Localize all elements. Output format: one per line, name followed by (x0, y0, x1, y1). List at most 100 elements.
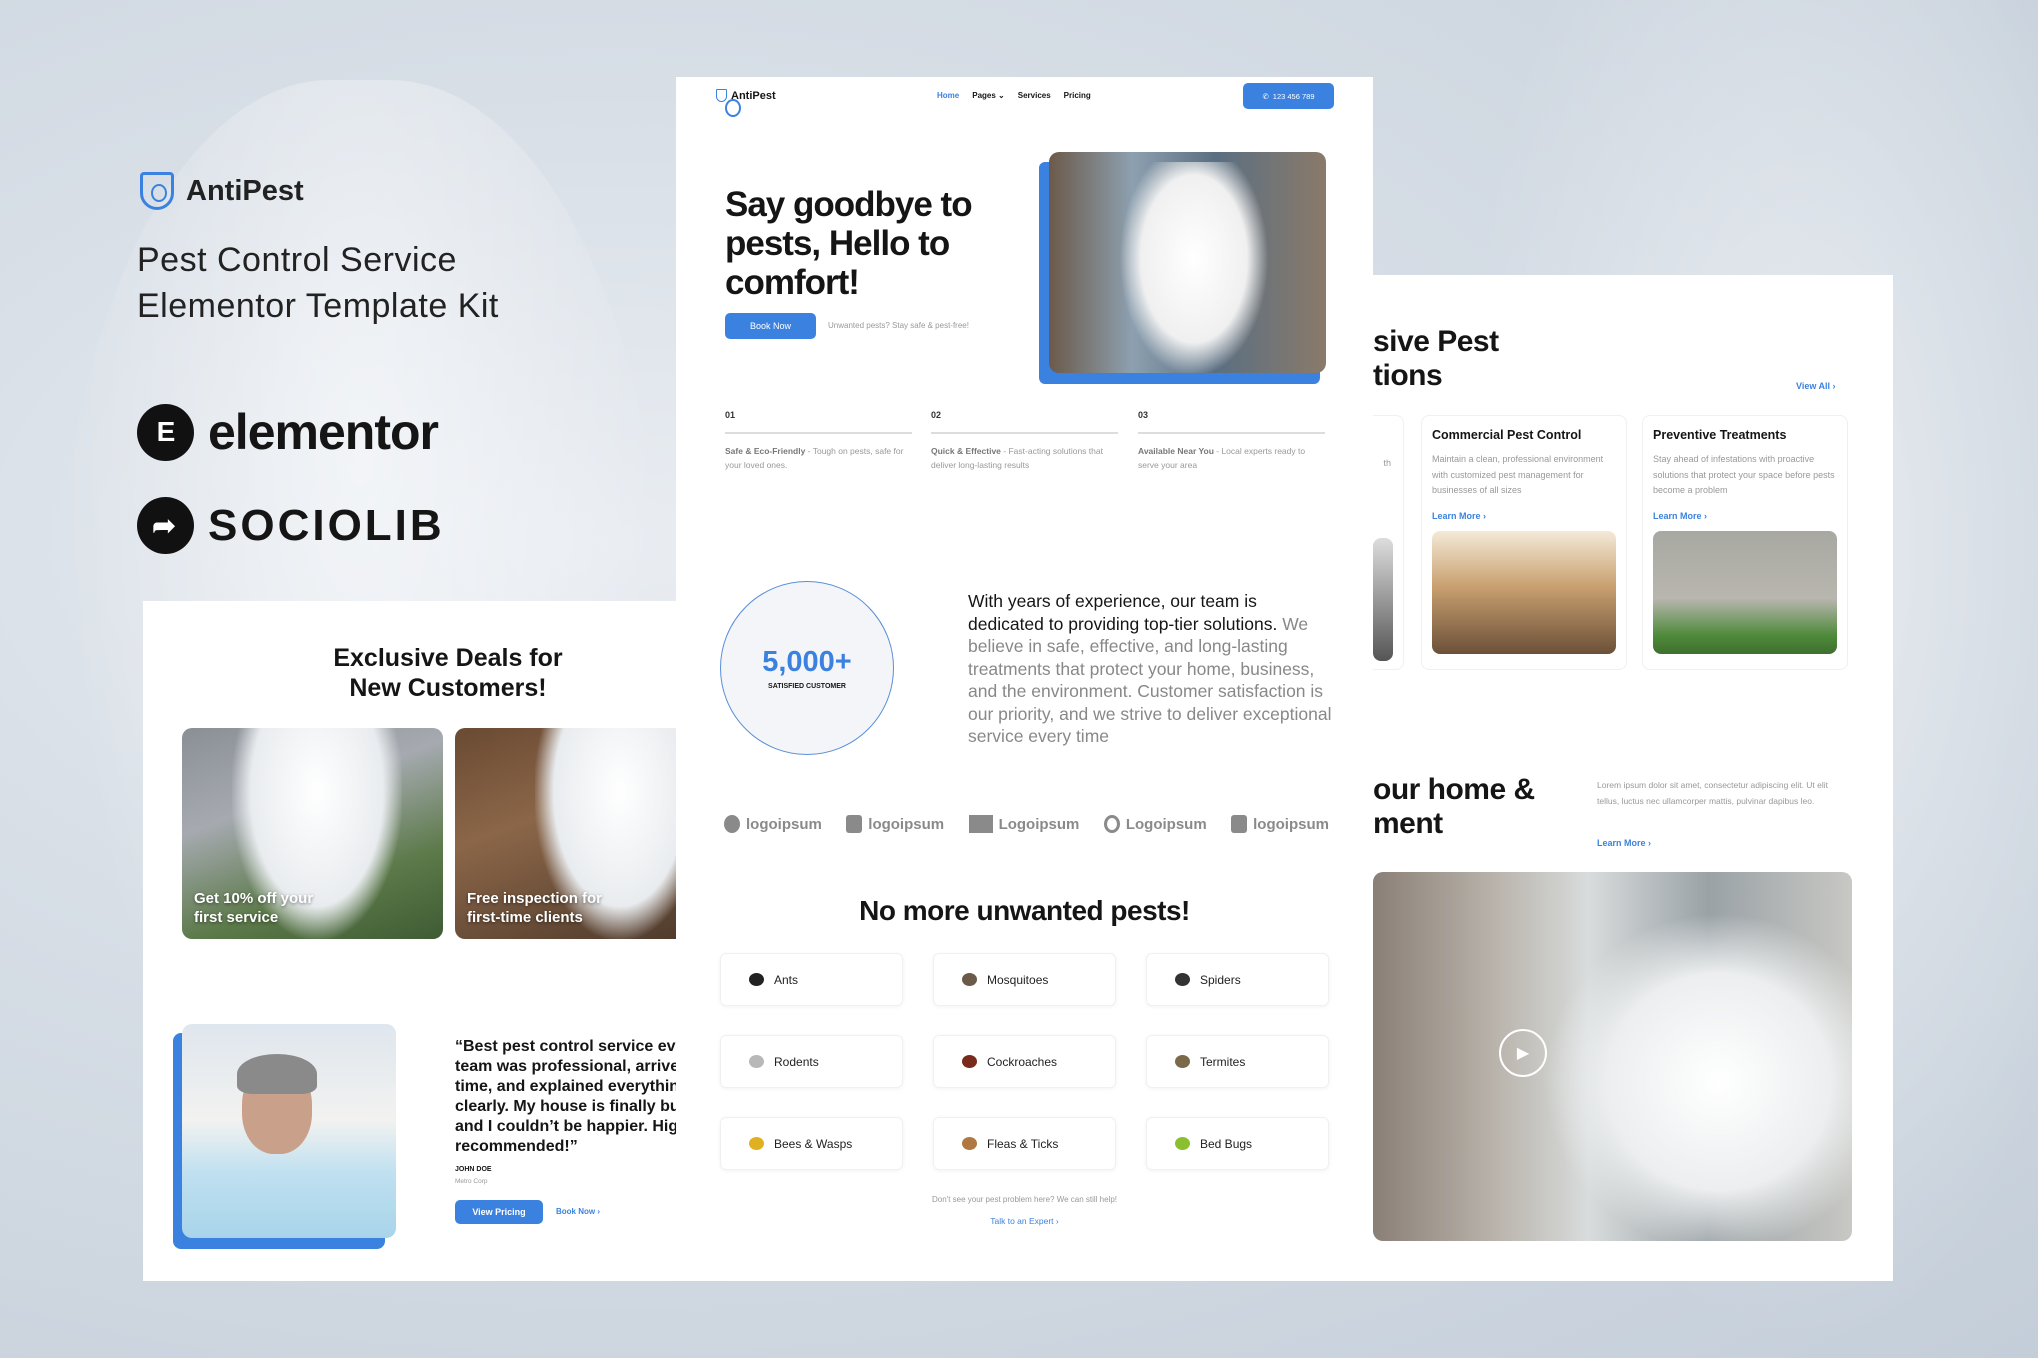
phone-icon: ✆ (1262, 91, 1269, 101)
pest-item[interactable]: Cockroaches (933, 1035, 1116, 1088)
talk-expert-link[interactable]: Talk to an Expert › (676, 1216, 1373, 1226)
chevron-right-icon: › (597, 1207, 601, 1216)
logo-mark-icon (846, 815, 863, 833)
phone-number: 123 456 789 (1272, 91, 1315, 101)
client-logo: logoipsum (1231, 815, 1329, 833)
product-title: Pest Control Service Elementor Template K… (137, 237, 499, 329)
link-label: Talk to an Expert (990, 1216, 1054, 1226)
deals-testimonial-panel: Exclusive Deals for New Customers! Get 10… (143, 601, 676, 1281)
feature-item: 03 Available Near You - Local experts rea… (1138, 410, 1325, 472)
logo-text: Logoipsum (1125, 815, 1207, 833)
reviewer-company: Metro Corp (455, 1178, 488, 1185)
protect-heading: our home & ment (1373, 773, 1535, 841)
logo-mark-icon (724, 815, 740, 833)
about-lead: With years of experience, our team is de… (968, 591, 1278, 634)
quote-line: clearly. My house is finally bug-f (455, 1098, 676, 1115)
partner-name: SOCIOLIB (208, 500, 445, 550)
sociolib-logo: ➦ SOCIOLIB (137, 497, 445, 554)
service-card[interactable]: Preventive Treatments Stay ahead of infes… (1642, 415, 1848, 670)
elementor-logo: Eelementor (137, 403, 439, 461)
nav-services[interactable]: Services (1018, 91, 1051, 100)
feature-item: 01 Safe & Eco-Friendly - Tough on pests, … (725, 410, 912, 472)
nav-label: Pages (972, 91, 996, 100)
title-line: Elementor Template Kit (137, 287, 499, 325)
link-label: Book Now (556, 1207, 596, 1216)
card-title: Commercial Pest Control (1432, 428, 1582, 442)
pest-label: Cockroaches (987, 1054, 1058, 1069)
pest-label: Spiders (1200, 972, 1241, 987)
bee-icon (749, 1137, 764, 1150)
ant-icon (749, 973, 764, 986)
logo-text: logoipsum (746, 815, 822, 833)
services-heading: sive Pest tions (1373, 325, 1499, 393)
logo-text: Logoipsum (998, 815, 1080, 833)
client-logo: logoipsum (724, 815, 822, 833)
pest-item[interactable]: Rodents (720, 1035, 903, 1088)
shield-bug-icon (716, 89, 741, 117)
link-label: Learn More (1653, 510, 1702, 521)
pest-item[interactable]: Termites (1146, 1035, 1329, 1088)
deal-card[interactable]: Get 10% off your first service (182, 728, 443, 939)
pest-item[interactable]: Bees & Wasps (720, 1117, 903, 1170)
pest-item[interactable]: Spiders (1146, 953, 1329, 1006)
chevron-down-icon: ⌄ (998, 91, 1005, 100)
feature-title: Quick & Effective (931, 446, 1001, 456)
logo-text: logoipsum (868, 815, 945, 833)
service-card[interactable]: Commercial Pest Control Maintain a clean,… (1421, 415, 1627, 670)
play-button-icon[interactable]: ▶ (1499, 1029, 1547, 1077)
client-logo: logoipsum (846, 815, 944, 833)
protect-desc: Lorem ipsum dolor sit amet, consectetur … (1597, 780, 1829, 806)
pest-item[interactable]: Bed Bugs (1146, 1117, 1329, 1170)
view-pricing-button[interactable]: View Pricing (455, 1200, 543, 1224)
learn-more-link[interactable]: Learn More › (1597, 838, 1651, 848)
reviewer-name: JOHN DOE (455, 1166, 492, 1173)
video-thumbnail[interactable]: ▶ (1373, 872, 1852, 1241)
hero-headline: Say goodbye to pests, Hello to comfort! (725, 185, 973, 302)
nav-pricing[interactable]: Pricing (1064, 91, 1091, 100)
termite-icon (1175, 1055, 1190, 1068)
client-logos: logoipsum logoipsum Logoipsum Logoipsum … (724, 815, 1329, 833)
nav-home[interactable]: Home (937, 91, 959, 100)
quote-line: and I couldn’t be happier. Highly (455, 1118, 676, 1135)
quote-line: time, and explained everything (455, 1078, 676, 1095)
fly-icon (962, 1137, 977, 1150)
view-all-link[interactable]: View All › (1796, 381, 1836, 391)
share-arrow-icon: ➦ (137, 497, 194, 554)
spider-icon (1175, 973, 1190, 986)
site-logo[interactable]: AntiPest (716, 89, 776, 117)
pest-item[interactable]: Ants (720, 953, 903, 1006)
link-label: Learn More (1432, 510, 1481, 521)
logo-mark-icon (1103, 815, 1120, 833)
card-desc: Stay ahead of infestations with proactiv… (1653, 454, 1835, 495)
deal-card[interactable]: Free inspection for first-time clients (455, 728, 676, 939)
heading-line: tions (1373, 359, 1443, 392)
phone-button[interactable]: ✆ 123 456 789 (1243, 83, 1334, 109)
service-photo (1653, 530, 1837, 654)
brand-name: AntiPest (186, 174, 304, 207)
heading-line: our home & (1373, 773, 1535, 806)
pest-label: Fleas & Ticks (987, 1136, 1059, 1151)
heading-line: Exclusive Deals for (333, 644, 563, 672)
pest-item[interactable]: Fleas & Ticks (933, 1117, 1116, 1170)
learn-more-link[interactable]: Learn More › (1432, 511, 1616, 521)
card-title: Preventive Treatments (1653, 428, 1787, 442)
link-label: Learn More (1597, 838, 1646, 848)
nav-pages[interactable]: Pages ⌄ (972, 91, 1005, 100)
logo-mark-icon (1231, 815, 1248, 833)
pest-label: Rodents (774, 1054, 819, 1069)
service-photo (1432, 530, 1616, 654)
book-now-button[interactable]: Book Now (725, 313, 816, 339)
pest-item[interactable]: Mosquitoes (933, 953, 1116, 1006)
bug-icon (1175, 1137, 1190, 1150)
customer-photo (182, 1024, 396, 1238)
service-card[interactable]: th (1373, 415, 1404, 670)
book-now-link[interactable]: Book Now › (556, 1207, 600, 1216)
learn-more-link[interactable]: Learn More › (1653, 511, 1837, 521)
logo-text: logoipsum (1253, 815, 1329, 833)
pest-label: Mosquitoes (987, 972, 1049, 987)
heading-line: ment (1373, 807, 1443, 840)
homepage-panel: AntiPest Home Pages ⌄ Services Pricing ✆… (676, 77, 1373, 1281)
logo-mark-icon (968, 815, 993, 833)
heading-line: New Customers! (349, 674, 547, 702)
chevron-right-icon: › (1055, 1216, 1059, 1226)
